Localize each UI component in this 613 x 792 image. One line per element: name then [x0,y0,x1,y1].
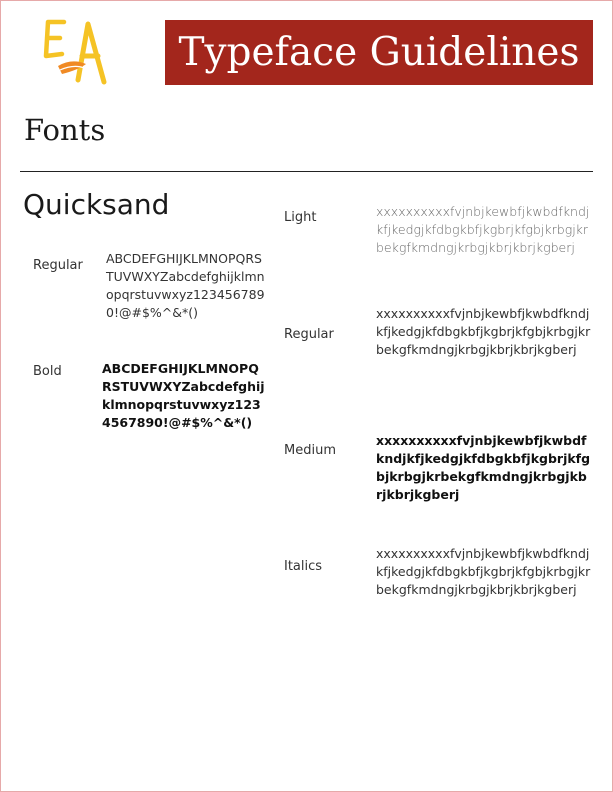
sample-regular-text: xxxxxxxxxxfvjnbjkewbfjkwbdfkndjkfjkedgjk… [376,306,591,357]
weight-label-italics: Italics [284,559,323,574]
weight-label-regular-right: Regular [284,327,334,342]
sample-regular-alphabet: ABCDEFGHIJKLMNOPQRSTUVWXYZabcdefghijklmn… [106,251,265,320]
weight-label-light: Light [284,210,317,225]
section-heading: Fonts [24,113,106,147]
sample-light-text: xxxxxxxxxxfvjnbjkewbfjkwbdfkndjkfjkedgjk… [376,204,590,255]
weight-label-bold: Bold [33,364,62,379]
sample-italics-text: xxxxxxxxxxfvjnbjkewbfjkwbdfkndjkfjkedgjk… [376,546,591,597]
sample-bold-alphabet: ABCDEFGHIJKLMNOPQRSTUVWXYZabcdefghijklmn… [102,361,265,430]
divider [20,171,593,172]
font-name: Quicksand [23,188,170,221]
weight-label-medium: Medium [284,443,336,458]
title-banner: Typeface Guidelines [165,20,593,85]
page-title: Typeface Guidelines [178,30,580,75]
ea-logo: EA [43,19,107,85]
sample-medium-text: xxxxxxxxxxfvjnbjkewbfjkwbdfkndjkfjkedgjk… [376,433,591,502]
weight-label-regular: Regular [33,258,83,273]
